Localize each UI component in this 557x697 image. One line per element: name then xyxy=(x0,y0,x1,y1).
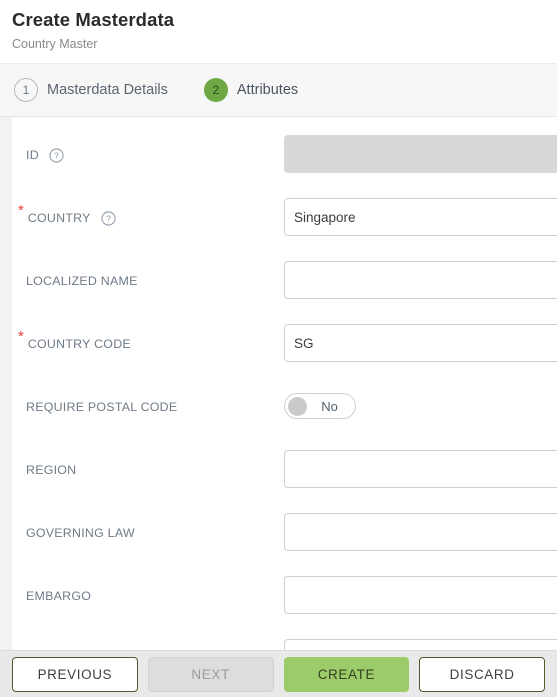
field-label-id: ID xyxy=(26,148,39,162)
field-row-region: REGION xyxy=(26,450,557,513)
id-input xyxy=(284,135,557,173)
footer-action-bar: PREVIOUS NEXT CREATE DISCARD xyxy=(0,650,557,697)
field-input-cell-region xyxy=(284,450,557,488)
field-label-cell-governing-law: GOVERNING LAW xyxy=(26,513,284,551)
svg-text:?: ? xyxy=(54,150,59,160)
next-button: NEXT xyxy=(147,656,274,692)
attributes-form-card: ID ? * COUNTRY ? Singapore LOCALIZED NAM… xyxy=(12,117,557,650)
field-label-country: COUNTRY xyxy=(27,211,91,225)
field-label-cell-localized-name: LOCALIZED NAME xyxy=(26,261,284,299)
page-subtitle: Country Master xyxy=(12,37,98,51)
governing-law-input[interactable] xyxy=(284,513,557,551)
field-label-region: REGION xyxy=(26,463,77,477)
field-row-localized-name: LOCALIZED NAME xyxy=(26,261,557,324)
toggle-state-label: No xyxy=(321,398,338,414)
field-label-require-postal-code: REQUIRE POSTAL CODE xyxy=(26,400,178,414)
field-label-governing-law: GOVERNING LAW xyxy=(26,526,135,540)
country-code-input[interactable] xyxy=(284,324,557,362)
field-row-country-code: * COUNTRY CODE xyxy=(18,324,557,387)
field-input-cell-country xyxy=(284,198,557,236)
field-label-localized-name: LOCALIZED NAME xyxy=(26,274,138,288)
field-label-embargo: EMBARGO xyxy=(26,589,92,603)
svg-text:?: ? xyxy=(106,213,111,223)
required-asterisk-country: * xyxy=(18,202,24,219)
field-label-cell-require-postal-code: REQUIRE POSTAL CODE xyxy=(26,387,284,425)
question-circle-icon[interactable]: ? xyxy=(49,147,64,163)
field-label-cell-country: * COUNTRY ? xyxy=(18,198,284,236)
region-input[interactable] xyxy=(284,450,557,488)
field-input-cell-embargo xyxy=(284,576,557,614)
create-button[interactable]: CREATE xyxy=(283,656,410,692)
field-label-cell-partial xyxy=(26,639,284,650)
step-1-badge: 1 xyxy=(14,78,38,102)
step-indicator-bar: 1 Masterdata Details 2 Attributes xyxy=(0,63,557,117)
field-input-cell-country-code xyxy=(284,324,557,362)
country-input[interactable] xyxy=(284,198,557,236)
discard-button[interactable]: DISCARD xyxy=(419,656,545,692)
field-label-country-code: COUNTRY CODE xyxy=(27,337,131,351)
field-label-cell-country-code: * COUNTRY CODE xyxy=(18,324,284,362)
step-1-label: Masterdata Details xyxy=(47,82,168,98)
partial-clipped-input[interactable] xyxy=(284,639,557,650)
field-input-cell-id xyxy=(284,135,557,173)
field-row-partial-clipped xyxy=(26,639,557,650)
step-2-badge: 2 xyxy=(203,78,228,102)
step-masterdata-details[interactable]: 1 Masterdata Details xyxy=(14,78,168,102)
field-input-cell-partial xyxy=(284,639,557,650)
previous-button[interactable]: PREVIOUS xyxy=(12,656,138,692)
field-row-id: ID ? xyxy=(26,135,557,198)
field-row-require-postal-code: REQUIRE POSTAL CODE No xyxy=(26,387,549,450)
field-row-embargo: EMBARGO xyxy=(26,576,557,639)
field-label-cell-region: REGION xyxy=(26,450,284,488)
required-asterisk-country-code: * xyxy=(18,328,24,345)
field-row-governing-law: GOVERNING LAW xyxy=(26,513,557,576)
page-title: Create Masterdata xyxy=(12,9,175,30)
form-scroll-area[interactable]: ID ? * COUNTRY ? Singapore LOCALIZED NAM… xyxy=(0,117,557,650)
question-circle-icon[interactable]: ? xyxy=(101,210,116,226)
field-label-cell-embargo: EMBARGO xyxy=(26,576,284,614)
field-input-cell-localized-name xyxy=(284,261,557,299)
field-input-cell-governing-law xyxy=(284,513,557,551)
field-input-cell-require-postal-code: No xyxy=(284,387,549,421)
step-attributes[interactable]: 2 Attributes xyxy=(203,78,299,102)
embargo-input[interactable] xyxy=(284,576,557,614)
field-row-country: * COUNTRY ? xyxy=(18,198,557,261)
field-label-cell-id: ID ? xyxy=(26,135,284,173)
step-2-label: Attributes xyxy=(236,82,299,98)
create-masterdata-page: Create Masterdata Country Master 1 Maste… xyxy=(0,0,557,697)
toggle-knob xyxy=(288,396,307,416)
page-header: Create Masterdata Country Master xyxy=(0,0,557,63)
require-postal-code-toggle[interactable]: No xyxy=(284,393,356,419)
localized-name-input[interactable] xyxy=(284,261,557,299)
